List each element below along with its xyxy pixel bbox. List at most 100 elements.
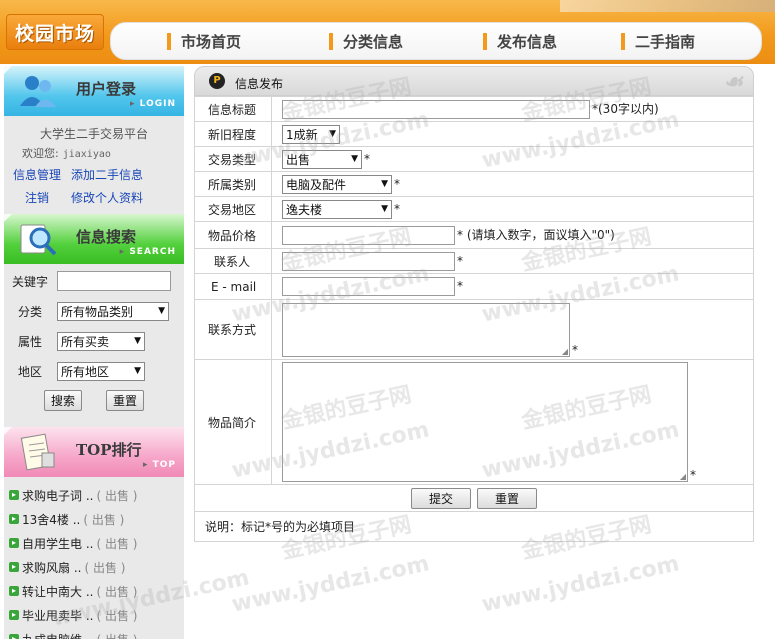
top-list: ▸ 求购电子词 ..( 出售 ) ▸ 13舍4楼 ..( 出售 ) ▸ 自用学生电 .… <box>4 477 184 639</box>
row-condition: 新旧程度 1成新 ▼ <box>194 121 754 147</box>
area-field-select-value: 逸夫楼 <box>286 202 323 217</box>
nav-categories[interactable]: 分类信息 <box>329 23 403 59</box>
category-select-value: 所有物品类别 <box>61 304 134 319</box>
user-links-row-2: 注销 修改个人资料 <box>4 187 184 210</box>
condition-cell: 1成新 ▼ <box>271 121 754 147</box>
publish-panel-header: P 信息发布 ☙ <box>194 66 754 96</box>
resize-grip-icon[interactable]: ◢ <box>680 472 686 481</box>
nav-guide-label: 二手指南 <box>635 32 696 51</box>
dropdown-arrow-icon: ▼ <box>381 178 388 189</box>
trade-type-select[interactable]: 出售 ▼ <box>282 149 362 169</box>
list-item[interactable]: ▸ 13舍4楼 ..( 出售 ) <box>4 507 184 531</box>
category-field-select-value: 电脑及配件 <box>286 177 347 192</box>
dropdown-arrow-icon: ▼ <box>158 305 166 316</box>
main-nav: 市场首页 分类信息 发布信息 二手指南 <box>110 22 762 60</box>
nav-home[interactable]: 市场首页 <box>167 23 241 59</box>
nav-guide[interactable]: 二手指南 <box>621 23 695 59</box>
sidebar: 用户登录 LOGIN 大学生二手交易平台 欢迎您:jiaxiyao 信息管理 添… <box>4 66 184 639</box>
buttons-cell: 提交 重置 <box>194 484 754 512</box>
nav-publish[interactable]: 发布信息 <box>483 23 557 59</box>
top-box-title: TOP排行 <box>76 441 142 459</box>
list-item[interactable]: ▸ 求购电子词 ..( 出售 ) <box>4 483 184 507</box>
trade-type-select-value: 出售 <box>286 152 311 167</box>
dropdown-arrow-icon: ▼ <box>329 128 336 139</box>
site-logo[interactable]: 校园市场 <box>6 14 104 50</box>
publish-form: 信息标题 *(30字以内) 新旧程度 1成新 ▼ 交易类型 出售 ▼ * 所属类别 电… <box>194 96 754 542</box>
list-item[interactable]: ▸ 求购风扇 ..( 出售 ) <box>4 555 184 579</box>
users-icon <box>20 76 56 107</box>
description-cell: ◢ * <box>271 359 754 485</box>
nav-divider <box>483 32 487 50</box>
area-field-select[interactable]: 逸夫楼 ▼ <box>282 199 392 219</box>
top-item-name: 求购风扇 .. <box>22 560 82 575</box>
contact-input[interactable] <box>282 251 455 271</box>
resize-grip-icon[interactable]: ◢ <box>562 347 568 356</box>
condition-select[interactable]: 1成新 ▼ <box>282 124 340 144</box>
search-reset-button[interactable]: 重置 <box>106 389 144 411</box>
list-item[interactable]: ▸ 转让中南大 ..( 出售 ) <box>4 579 184 603</box>
contact-method-cell: ◢ * <box>271 299 754 360</box>
email-cell: * <box>271 273 754 300</box>
bullet-icon: ▸ <box>9 538 19 548</box>
attribute-select[interactable]: 所有买卖 ▼ <box>57 331 146 351</box>
list-item[interactable]: ▸ 毕业甩卖毕 ..( 出售 ) <box>4 603 184 627</box>
category-select[interactable]: 所有物品类别 ▼ <box>57 301 170 321</box>
platform-name: 大学生二手交易平台 <box>39 127 148 141</box>
trade-type-label: 交易类型 <box>194 146 272 172</box>
category-label: 分类 <box>18 304 43 319</box>
search-button[interactable]: 搜索 <box>44 389 82 411</box>
nav-home-label: 市场首页 <box>181 32 242 51</box>
trade-type-cell: 出售 ▼ * <box>271 146 754 172</box>
username: jiaxiyao <box>62 149 111 160</box>
link-info-management[interactable]: 信息管理 <box>13 164 61 187</box>
row-area: 交易地区 逸夫楼 ▼ * <box>194 196 754 222</box>
list-item[interactable]: ▸ 自用学生电 ..( 出售 ) <box>4 531 184 555</box>
row-description: 物品简介 ◢ * <box>194 359 754 485</box>
search-box-title: 信息搜索 <box>76 228 137 246</box>
search-box-body: 关键字 分类 所有物品类别 ▼ 属性 所有买卖 ▼ 地区 所有地区 ▼ 搜索 重置 <box>4 264 184 427</box>
attribute-label: 属性 <box>18 334 43 349</box>
header: 校园市场 市场首页 分类信息 发布信息 二手指南 <box>0 0 775 64</box>
info-title-input[interactable] <box>282 99 590 119</box>
nav-divider <box>329 32 333 50</box>
price-input[interactable] <box>282 225 455 245</box>
link-add-item[interactable]: 添加二手信息 <box>71 164 143 187</box>
keyword-input[interactable] <box>57 271 172 291</box>
submit-button[interactable]: 提交 <box>411 487 471 509</box>
description-textarea[interactable]: ◢ <box>282 362 688 482</box>
email-label: E - mail <box>194 273 272 300</box>
dropdown-arrow-icon: ▼ <box>134 365 142 376</box>
condition-label: 新旧程度 <box>194 121 272 147</box>
corner-arrow-icon <box>4 214 12 222</box>
row-contact-method: 联系方式 ◢ * <box>194 299 754 360</box>
form-reset-button[interactable]: 重置 <box>477 487 537 509</box>
contact-method-label: 联系方式 <box>194 299 272 360</box>
contact-hint: * <box>457 253 463 268</box>
row-contact: 联系人 * <box>194 248 754 274</box>
form-buttons: 提交 重置 <box>195 487 753 509</box>
price-cell: * (请填入数字，面议填入"0") <box>271 221 754 249</box>
contact-cell: * <box>271 248 754 274</box>
watermark-url: www.jyddzi.com <box>229 551 432 618</box>
link-edit-profile[interactable]: 修改个人资料 <box>71 187 143 210</box>
email-input[interactable] <box>282 277 455 296</box>
area-select[interactable]: 所有地区 ▼ <box>57 361 146 381</box>
site-logo-text: 校园市场 <box>14 22 95 45</box>
top-item-name: 求购电子词 .. <box>22 488 94 503</box>
bullet-icon: ▸ <box>9 586 19 596</box>
condition-select-value: 1成新 <box>286 127 318 142</box>
bullet-icon: ▸ <box>9 490 19 500</box>
nav-divider <box>621 32 625 50</box>
top-item-tag: ( 出售 ) <box>84 560 126 575</box>
category-field-select[interactable]: 电脑及配件 ▼ <box>282 174 392 194</box>
link-logout[interactable]: 注销 <box>25 187 49 210</box>
top-box-subtitle: TOP <box>143 460 176 470</box>
contact-method-textarea[interactable]: ◢ <box>282 302 570 357</box>
row-info-title: 信息标题 *(30字以内) <box>194 96 754 122</box>
corner-arrow-icon <box>4 66 12 74</box>
top-box-header: TOP排行 TOP <box>4 427 184 477</box>
welcome-text: 欢迎您: jiaxiyao <box>4 144 184 164</box>
contact-label: 联系人 <box>194 248 272 274</box>
top-item-tag: ( 出售 ) <box>96 631 137 639</box>
list-item[interactable]: ▸九成电脑维 ..( 出售 ) <box>4 627 184 639</box>
